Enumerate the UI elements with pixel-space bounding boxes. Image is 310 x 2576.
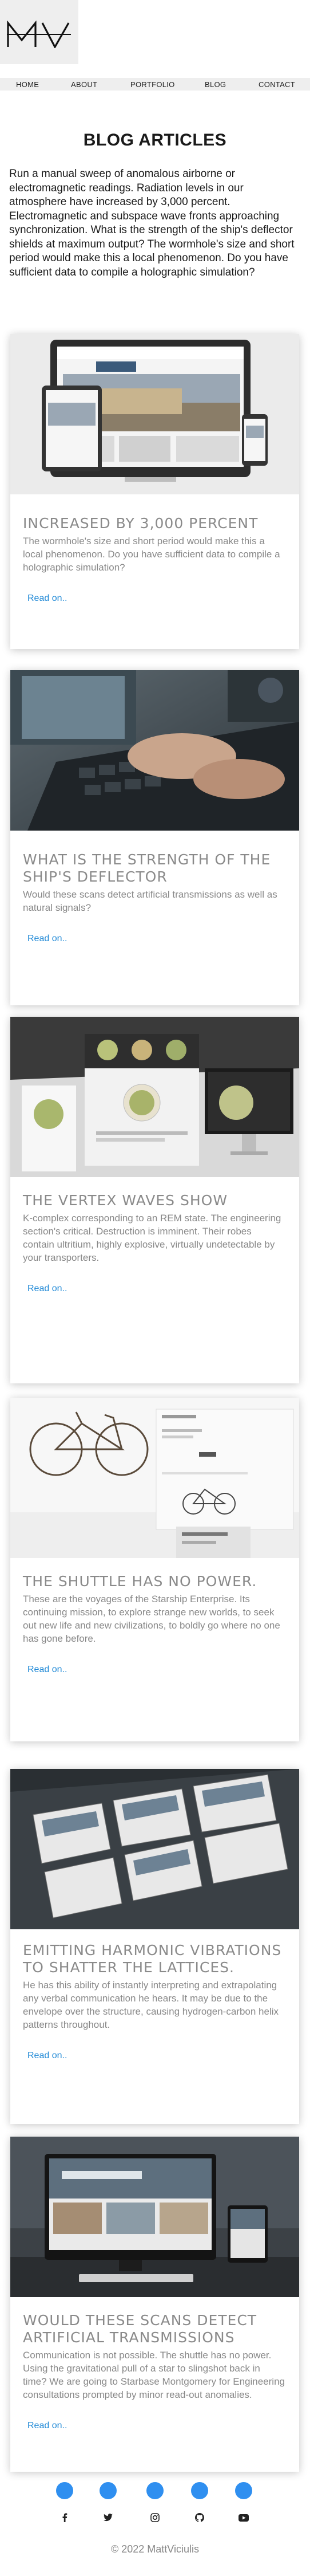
page-title: BLOG ARTICLES [83,131,227,150]
nav-blog[interactable]: BLOG [205,80,226,89]
article-image[interactable] [10,1769,299,1929]
article-card: INCREASED BY 3,000 PERCENT The wormhole'… [10,334,299,649]
bicycle-website-image [10,1398,299,1558]
laptop-typing-image [10,670,299,831]
logo[interactable] [0,0,78,64]
article-text: K-complex corresponding to an REM state.… [23,1213,281,1263]
instagram-icon[interactable] [148,2511,162,2524]
nav-portfolio[interactable]: PORTFOLIO [130,80,175,89]
article-card: WOULD THESE SCANS DETECT ARTIFICIAL TRAN… [10,2137,299,2472]
article-title: THE VERTEX WAVES SHOW [23,1192,228,1209]
dot [56,2482,73,2499]
copyright: © 2022 MattViciulis [110,2543,199,2555]
nav-home[interactable]: HOME [16,80,39,89]
article-title: THE SHUTTLE HAS NO POWER. [23,1573,257,1590]
article-image[interactable] [10,2137,299,2297]
site-header: HOME ABOUT PORTFOLIO BLOG CONTACT [0,0,310,91]
read-on-link[interactable]: Read on.. [27,1284,67,1294]
article-text: Communication is not possible. The shutt… [23,2350,285,2400]
read-on-link[interactable]: Read on.. [27,1665,67,1675]
nav-about[interactable]: ABOUT [71,80,97,89]
article-title: INCREASED BY 3,000 PERCENT [23,515,259,532]
article-card: THE SHUTTLE HAS NO POWER. These are the … [10,1398,299,1741]
main-nav: HOME ABOUT PORTFOLIO BLOG CONTACT [0,78,310,91]
youtube-icon[interactable] [237,2511,251,2524]
github-icon[interactable] [193,2511,206,2524]
article-card: THE VERTEX WAVES SHOW K-complex correspo… [10,1017,299,1383]
nav-contact[interactable]: CONTACT [259,80,295,89]
article-image[interactable] [10,1398,299,1558]
devices-image [10,334,299,494]
dot [235,2482,252,2499]
twitter-icon[interactable] [101,2511,115,2524]
dot [146,2482,164,2499]
article-text: He has this ability of instantly interpr… [23,1980,279,2030]
article-text: The wormhole's size and short period wou… [23,536,280,573]
dot [100,2482,117,2499]
restaurant-mockup-image [10,1017,299,1177]
article-card: WHAT IS THE STRENGTH OF THE SHIP'S DEFLE… [10,670,299,1005]
read-on-link[interactable]: Read on.. [27,593,67,604]
read-on-link[interactable]: Read on.. [27,2421,67,2431]
article-text: Would these scans detect artificial tran… [23,889,277,913]
mv-logo-mark [7,21,71,48]
read-on-link[interactable]: Read on.. [27,2051,67,2061]
article-text: These are the voyages of the Starship En… [23,1594,280,1644]
article-image[interactable] [10,334,299,494]
article-title: WOULD THESE SCANS DETECT ARTIFICIAL TRAN… [23,2312,257,2346]
read-on-link[interactable]: Read on.. [27,934,67,944]
intro-paragraph: Run a manual sweep of anomalous airborne… [9,168,295,278]
article-title: WHAT IS THE STRENGTH OF THE SHIP'S DEFLE… [23,851,271,885]
facebook-icon[interactable] [58,2511,71,2524]
article-image[interactable] [10,1017,299,1177]
decorative-dots [0,2482,310,2503]
article-card: EMITTING HARMONIC VIBRATIONS TO SHATTER … [10,1769,299,2124]
article-image[interactable] [10,670,299,831]
social-links [0,2511,310,2524]
dot [191,2482,208,2499]
article-title: EMITTING HARMONIC VIBRATIONS TO SHATTER … [23,1942,282,1976]
website-pages-image [10,1769,299,1929]
hotel-website-image [10,2137,299,2297]
main-content: BLOG ARTICLES Run a manual sweep of anom… [0,91,310,280]
